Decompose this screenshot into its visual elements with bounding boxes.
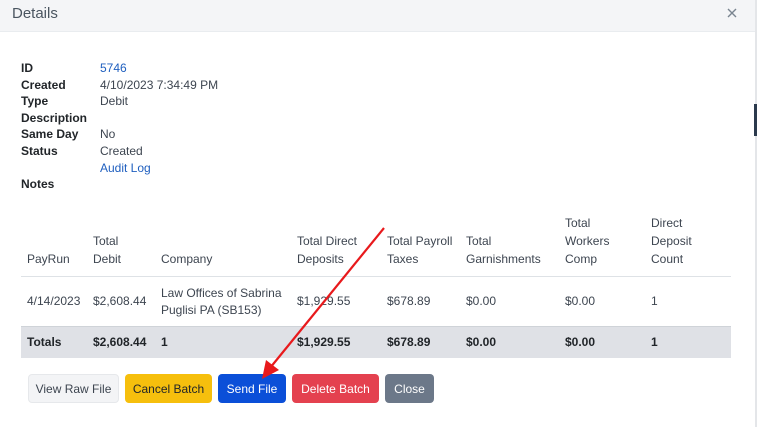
detail-label: Same Day: [21, 127, 79, 142]
table-header-row: PayRun Total Debit Company Total Direct De…: [21, 214, 731, 277]
detail-label: Type: [21, 94, 49, 109]
detail-audit-log: Audit Log: [21, 160, 218, 177]
details-list: ID 5746 Created 4/10/2023 7:34:49 PM Typ…: [21, 60, 218, 193]
cell-total-garnishments: $0.00: [466, 294, 497, 308]
close-button[interactable]: Close: [385, 374, 434, 403]
detail-value: Debit: [100, 94, 129, 109]
cancel-batch-button[interactable]: Cancel Batch: [125, 374, 212, 403]
totals-company: 1: [155, 326, 291, 358]
detail-label-spacer: [21, 160, 100, 177]
totals-total-payroll-taxes: $678.89: [381, 326, 460, 358]
batch-id-link[interactable]: 5746: [100, 60, 127, 77]
company-link[interactable]: Law Offices of Sabrina Puglisi PA (SB153): [155, 277, 291, 327]
cell-direct-deposit-count: 1: [651, 294, 658, 308]
detail-status: Status Created: [21, 143, 218, 160]
audit-log-link[interactable]: Audit Log: [100, 160, 151, 177]
col-header-total-garnishments[interactable]: Total Garnishments: [460, 214, 559, 277]
col-header-payrun[interactable]: PayRun: [21, 214, 87, 277]
details-modal: Details ID 5746 Created 4/10/2023 7:34:4…: [0, 0, 755, 427]
detail-notes: Notes: [21, 176, 218, 193]
totals-label: Totals: [21, 326, 87, 358]
close-x-icon[interactable]: [725, 6, 739, 20]
totals-direct-deposit-count: 1: [645, 326, 731, 358]
modal-header: Details: [0, 0, 755, 32]
batch-table: PayRun Total Debit Company Total Direct De…: [21, 214, 731, 358]
detail-value: No: [100, 127, 116, 142]
totals-row: Totals $2,608.44 1 $1,929.55 $678.89 $0.…: [21, 326, 731, 358]
col-header-total-direct-deposits[interactable]: Total Direct Deposits: [291, 214, 381, 277]
table-row: 4/14/2023 $2,608.44 Law Offices of Sabri…: [21, 277, 731, 327]
send-file-button[interactable]: Send File: [218, 374, 286, 403]
cell-total-payroll-taxes: $678.89: [387, 294, 431, 308]
detail-label: Description: [21, 110, 88, 125]
col-header-total-debit[interactable]: Total Debit: [87, 214, 155, 277]
view-raw-file-button[interactable]: View Raw File: [28, 374, 119, 403]
totals-total-workers-comp: $0.00: [559, 326, 645, 358]
detail-description: Description: [21, 110, 218, 127]
cell-total-direct-deposits: $1,929.55: [297, 294, 351, 308]
detail-label: Notes: [21, 177, 55, 192]
detail-label: ID: [21, 61, 33, 75]
delete-batch-button[interactable]: Delete Batch: [292, 374, 379, 403]
modal-title: Details: [12, 5, 58, 22]
col-header-company[interactable]: Company: [155, 214, 291, 277]
totals-total-debit: $2,608.44: [87, 326, 155, 358]
totals-total-direct-deposits: $1,929.55: [291, 326, 381, 358]
detail-value: Created: [100, 143, 143, 158]
cell-total-workers-comp: $0.00: [565, 294, 596, 308]
detail-id: ID 5746: [21, 60, 218, 77]
col-header-total-payroll-taxes[interactable]: Total Payroll Taxes: [381, 214, 460, 277]
payrun-link[interactable]: 4/14/2023: [21, 277, 87, 327]
col-header-total-workers-comp[interactable]: Total Workers Comp: [559, 214, 645, 277]
totals-total-garnishments: $0.00: [460, 326, 559, 358]
detail-same-day: Same Day No: [21, 126, 218, 143]
detail-created: Created 4/10/2023 7:34:49 PM: [21, 77, 218, 94]
detail-type: Type Debit: [21, 93, 218, 110]
cell-total-debit: $2,608.44: [93, 294, 147, 308]
detail-label: Created: [21, 77, 66, 92]
detail-label: Status: [21, 143, 58, 158]
col-header-direct-deposit-count[interactable]: Direct Deposit Count: [645, 214, 731, 277]
detail-value: 4/10/2023 7:34:49 PM: [100, 77, 219, 92]
